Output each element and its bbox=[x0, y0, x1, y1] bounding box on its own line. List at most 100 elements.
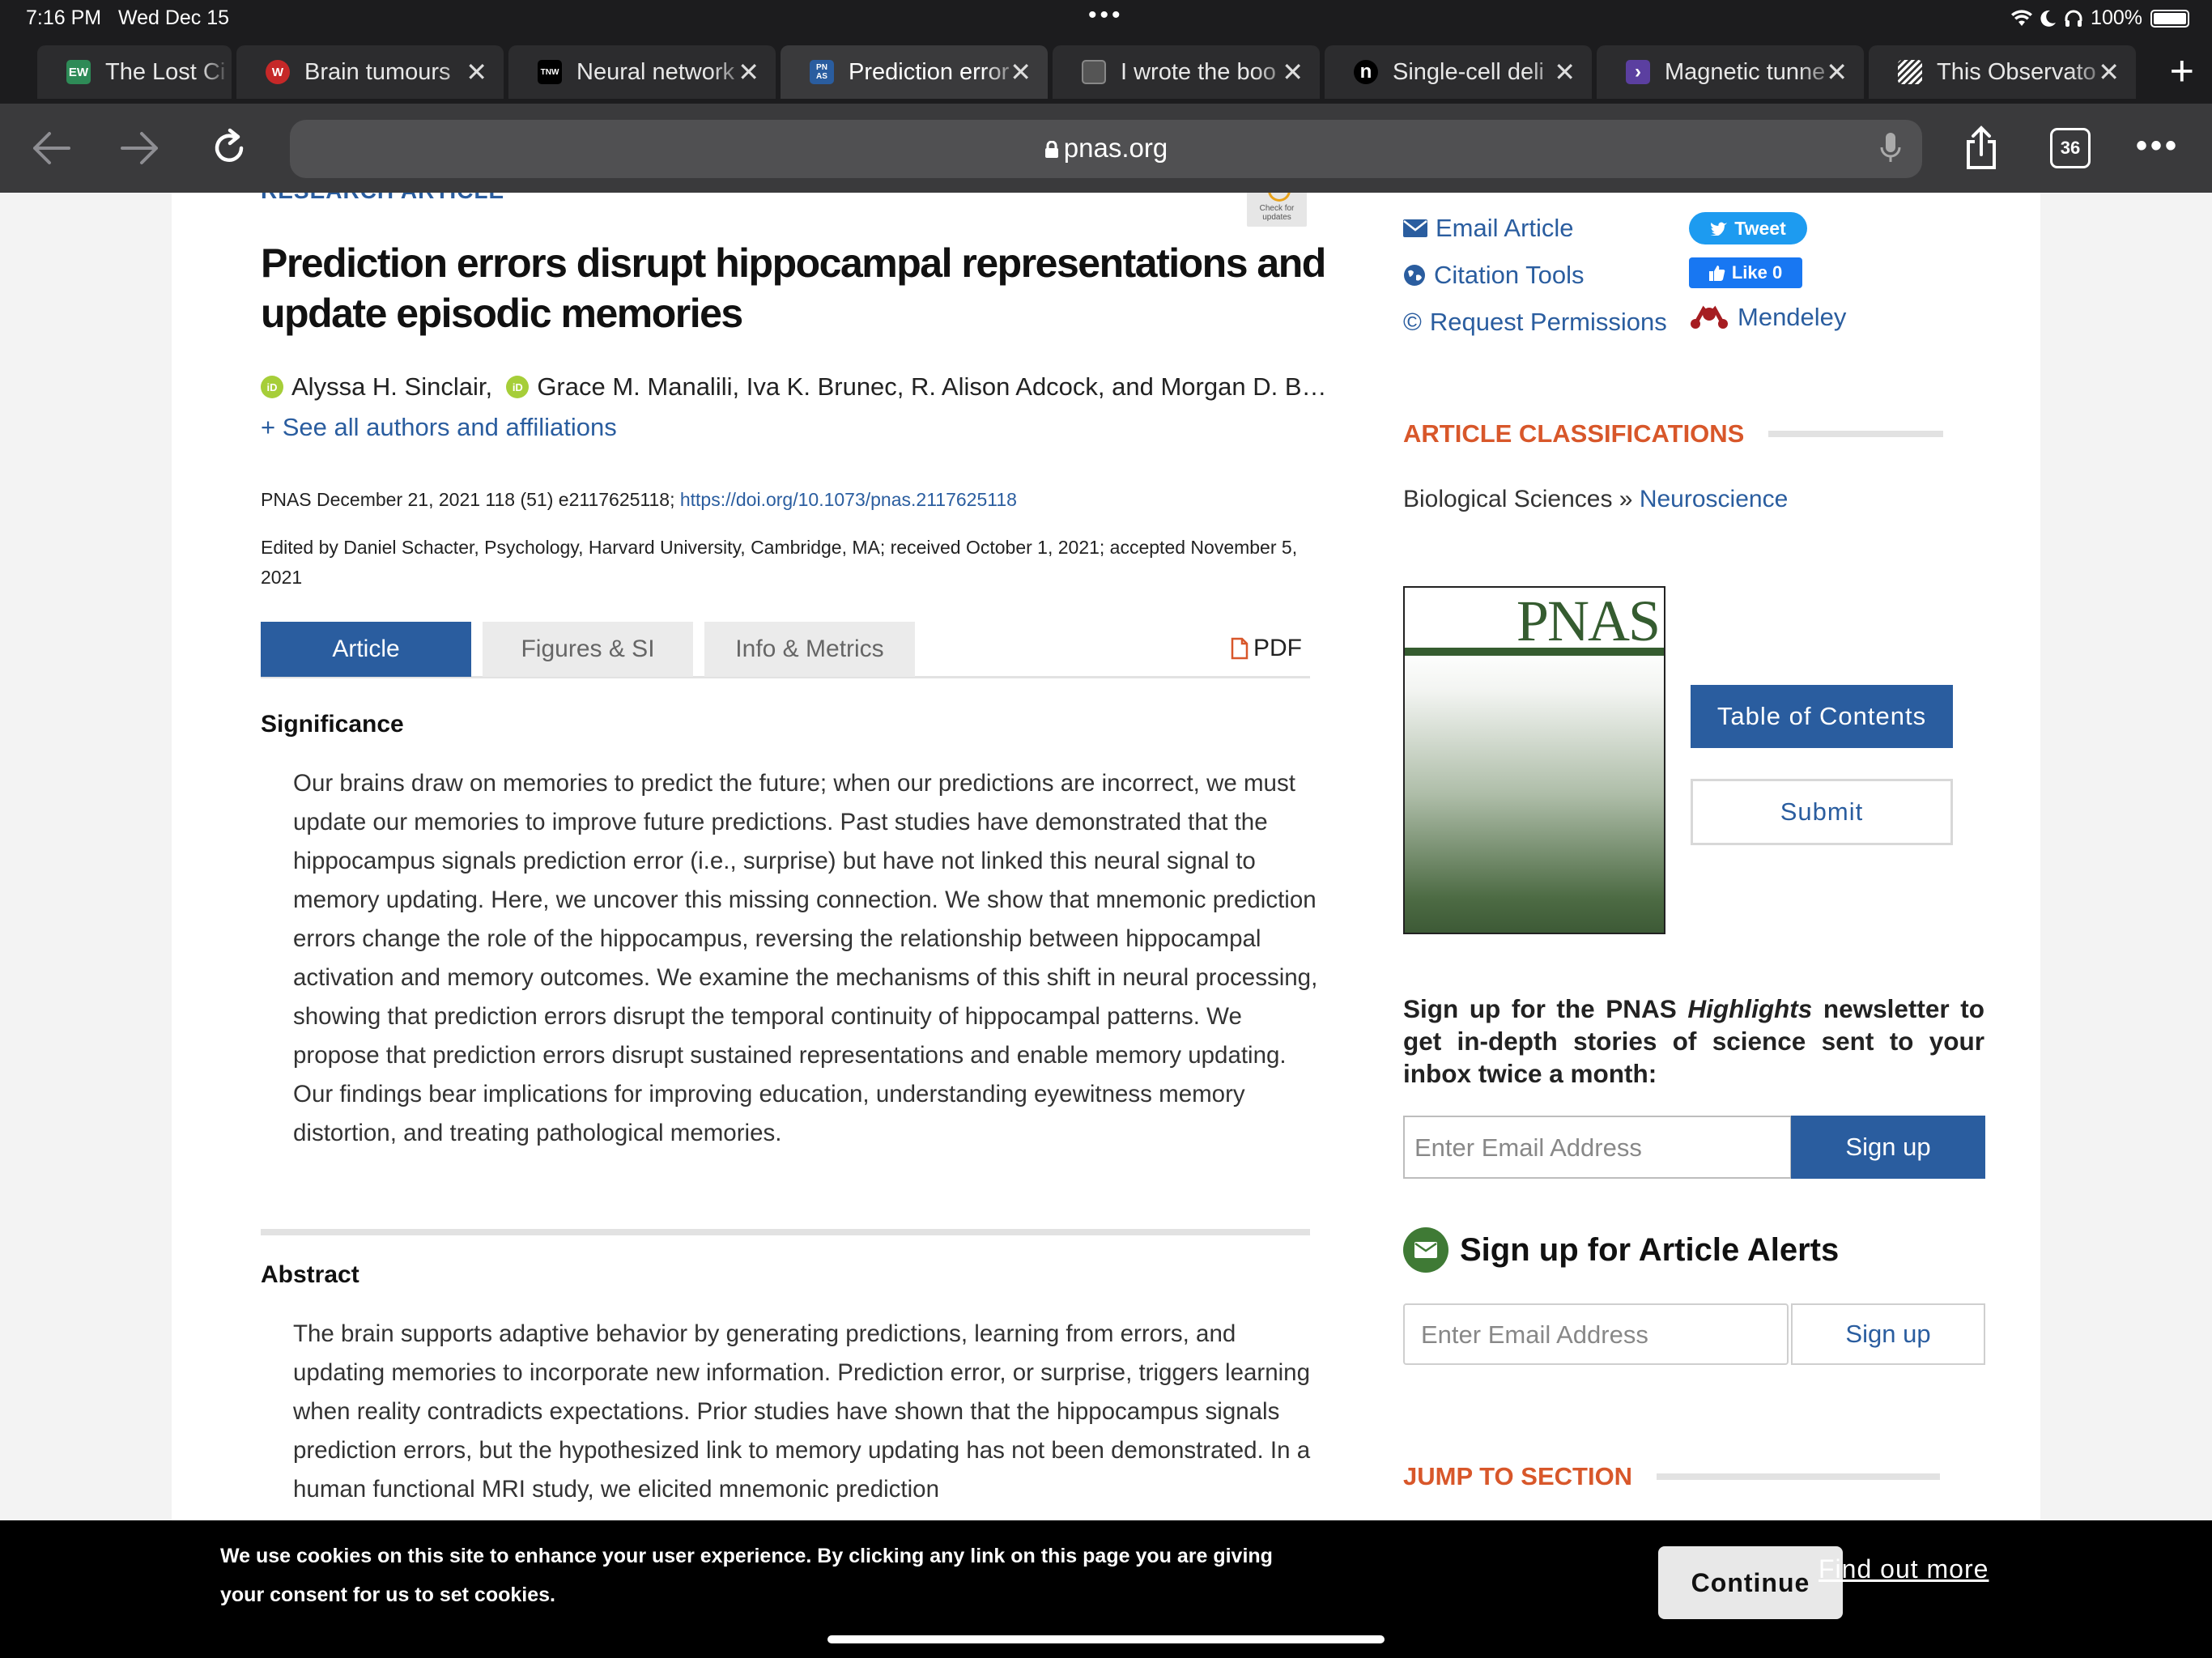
new-tab-icon[interactable]: + bbox=[2170, 47, 2194, 96]
pnas-favicon-icon: PN AS bbox=[810, 60, 834, 84]
check-for-updates-badge[interactable]: Check for updates bbox=[1247, 193, 1307, 227]
tab-article[interactable]: Article bbox=[261, 622, 471, 677]
reload-button[interactable] bbox=[202, 121, 256, 175]
browser-tab[interactable]: W Brain tumours ✕ bbox=[236, 45, 504, 99]
browser-tab[interactable]: TNW Neural network ✕ bbox=[508, 45, 776, 99]
status-right: 100% bbox=[2011, 6, 2189, 30]
article-title: Prediction errors disrupt hippocampal re… bbox=[261, 240, 1326, 336]
browser-tab[interactable]: n Single-cell deli ✕ bbox=[1325, 45, 1592, 99]
headphones-icon bbox=[2065, 10, 2082, 27]
significance-text: Our brains draw on memories to predict t… bbox=[293, 770, 1318, 1146]
article-page: RESEARCH ARTICLE Check for updates Predi… bbox=[172, 193, 2040, 1520]
twitter-bird-icon bbox=[1710, 222, 1728, 236]
address-bar[interactable]: pnas.org bbox=[290, 120, 1922, 178]
alerts-signup-button[interactable]: Sign up bbox=[1791, 1303, 1985, 1365]
cover-title: PNAS bbox=[1516, 589, 1661, 653]
tab-label: This Observato bbox=[1937, 58, 2096, 85]
submit-button[interactable]: Submit bbox=[1691, 779, 1953, 845]
browser-tab[interactable]: › Magnetic tunne ✕ bbox=[1597, 45, 1864, 99]
thumbs-up-icon bbox=[1708, 266, 1725, 281]
find-out-more-link[interactable]: Find out more bbox=[1819, 1554, 1989, 1584]
tab-label: Brain tumours bbox=[304, 58, 451, 85]
envelope-icon bbox=[1403, 219, 1427, 237]
browser-tab[interactable]: EW The Lost Ci bbox=[37, 45, 232, 99]
tab-label: Single-cell deli bbox=[1393, 58, 1544, 85]
tab-overview-button[interactable]: 36 bbox=[2050, 128, 2091, 168]
heading-rule bbox=[1768, 431, 1944, 437]
request-permissions-link[interactable]: © Request Permissions bbox=[1403, 308, 1667, 337]
share-button[interactable] bbox=[1955, 121, 2008, 175]
back-button[interactable] bbox=[24, 121, 78, 175]
article-alerts-heading: Sign up for Article Alerts bbox=[1403, 1227, 1839, 1273]
copyright-icon: © bbox=[1403, 308, 1422, 336]
author-list: iD Alyssa H. Sinclair, iD Grace M. Manal… bbox=[261, 372, 1329, 402]
multitasking-dots-icon[interactable]: ••• bbox=[1088, 2, 1124, 29]
stripes-favicon-icon bbox=[1898, 60, 1922, 84]
author-name[interactable]: Alyssa H. Sinclair, bbox=[291, 372, 492, 402]
article-classifications-heading: ARTICLE CLASSIFICATIONS bbox=[1403, 419, 1944, 449]
newsletter-signup-button[interactable]: Sign up bbox=[1791, 1116, 1985, 1179]
significance-heading: Significance bbox=[261, 711, 404, 738]
close-tab-icon[interactable]: ✕ bbox=[466, 57, 487, 87]
share-icon bbox=[1967, 125, 1996, 169]
forward-button[interactable] bbox=[113, 121, 167, 175]
browser-tab[interactable]: This Observato ✕ bbox=[1869, 45, 2136, 99]
url-text: pnas.org bbox=[290, 133, 1922, 164]
mendeley-icon bbox=[1691, 305, 1728, 329]
classification: Biological Sciences » Neuroscience bbox=[1403, 486, 1789, 512]
article-type-label: RESEARCH ARTICLE bbox=[261, 193, 504, 204]
cover-band bbox=[1405, 648, 1664, 656]
back-arrow-icon bbox=[33, 132, 70, 164]
citation-tools-link[interactable]: Citation Tools bbox=[1403, 261, 1585, 290]
browser-toolbar: pnas.org 36 ••• bbox=[0, 104, 2212, 193]
tab-figures-si[interactable]: Figures & SI bbox=[483, 622, 693, 677]
newsletter-signup-text: Sign up for the PNAS Highlights newslett… bbox=[1403, 994, 1984, 1088]
tnw-favicon-icon: TNW bbox=[538, 60, 562, 84]
tweet-button[interactable]: Tweet bbox=[1689, 212, 1807, 244]
mendeley-link[interactable]: Mendeley bbox=[1689, 303, 1846, 332]
email-article-link[interactable]: Email Article bbox=[1403, 214, 1574, 243]
newsletter-email-input[interactable]: Enter Email Address bbox=[1403, 1116, 1792, 1179]
journal-cover-image[interactable]: PNAS bbox=[1403, 586, 1665, 934]
cookie-continue-button[interactable]: Continue bbox=[1658, 1546, 1843, 1619]
battery-icon bbox=[2150, 9, 2189, 28]
heading-rule bbox=[1657, 1473, 1941, 1480]
status-time: 7:16 PM Wed Dec 15 bbox=[26, 6, 230, 29]
more-options-icon[interactable]: ••• bbox=[2136, 128, 2180, 164]
tab-info-metrics[interactable]: Info & Metrics bbox=[704, 622, 915, 677]
facebook-like-button[interactable]: Like 0 bbox=[1689, 257, 1802, 288]
microphone-icon[interactable] bbox=[1880, 131, 1901, 169]
close-tab-icon[interactable]: ✕ bbox=[1554, 57, 1576, 87]
wifi-icon bbox=[2011, 9, 2033, 26]
close-tab-icon[interactable]: ✕ bbox=[2098, 57, 2120, 87]
browser-tab[interactable]: I wrote the boo ✕ bbox=[1053, 45, 1320, 99]
envelope-icon bbox=[1403, 1227, 1448, 1273]
article-tabs: Article Figures & SI Info & Metrics PDF bbox=[261, 622, 1310, 678]
grey-square-favicon-icon bbox=[1082, 60, 1106, 84]
close-tab-icon[interactable]: ✕ bbox=[1010, 57, 1032, 87]
orcid-icon[interactable]: iD bbox=[261, 376, 283, 398]
n-favicon-icon: n bbox=[1354, 60, 1378, 84]
neuroscience-link[interactable]: Neuroscience bbox=[1640, 486, 1788, 512]
ew-favicon-icon: EW bbox=[66, 60, 91, 84]
tab-label: Neural network bbox=[576, 58, 735, 85]
author-names[interactable]: Grace M. Manalili, Iva K. Brunec, R. Ali… bbox=[537, 372, 1326, 402]
lock-icon bbox=[1044, 140, 1058, 158]
close-tab-icon[interactable]: ✕ bbox=[738, 57, 759, 87]
purple-arrow-favicon-icon: › bbox=[1626, 60, 1650, 84]
see-all-authors-link[interactable]: + See all authors and affiliations bbox=[261, 413, 617, 442]
doi-link[interactable]: https://doi.org/10.1073/pnas.2117625118 bbox=[680, 489, 1017, 510]
red-circle-favicon-icon: W bbox=[266, 60, 290, 84]
jump-to-section-heading: JUMP TO SECTION bbox=[1403, 1462, 1941, 1491]
tab-label: The Lost Ci bbox=[105, 58, 226, 85]
close-tab-icon[interactable]: ✕ bbox=[1826, 57, 1848, 87]
alerts-email-input[interactable]: Enter Email Address bbox=[1403, 1303, 1789, 1365]
citation-line: PNAS December 21, 2021 118 (51) e2117625… bbox=[261, 489, 1017, 510]
tab-label: Magnetic tunne bbox=[1665, 58, 1826, 85]
close-tab-icon[interactable]: ✕ bbox=[1282, 57, 1304, 87]
pdf-link[interactable]: PDF bbox=[1231, 635, 1302, 662]
browser-tab-active[interactable]: PN AS Prediction error ✕ bbox=[781, 45, 1048, 99]
table-of-contents-button[interactable]: Table of Contents bbox=[1691, 685, 1953, 748]
orcid-icon[interactable]: iD bbox=[506, 376, 530, 398]
home-indicator[interactable] bbox=[827, 1635, 1385, 1643]
